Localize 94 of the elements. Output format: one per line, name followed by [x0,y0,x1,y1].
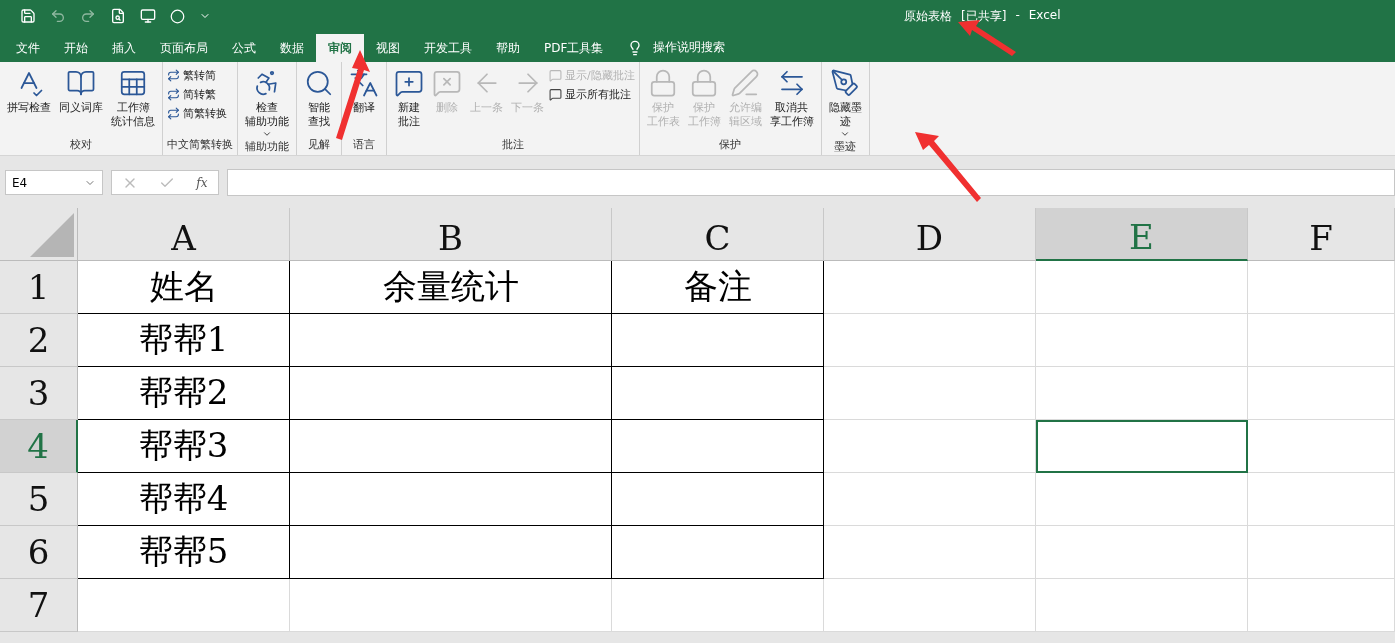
row-header[interactable]: 7 [0,579,78,632]
sheet-icon [118,68,148,98]
column-header[interactable]: B [290,208,612,261]
window-title: Excel [1028,7,1061,24]
ribbon-command[interactable]: 同义词库 [56,66,106,137]
ribbon-command[interactable]: 隐藏墨 迹 [825,66,865,139]
ribbon-tab[interactable]: 文件 [4,34,52,62]
table-cell[interactable] [612,367,824,420]
table-cell[interactable] [612,526,824,579]
annotation-arrow [915,132,982,203]
row-header[interactable]: 1 [0,261,78,314]
ribbon-command[interactable]: 新建 批注 [391,66,427,137]
book-icon [66,68,96,98]
comment-icon [549,88,562,101]
active-cell[interactable] [1036,420,1248,473]
tell-me-search[interactable]: 操作说明搜索 [653,39,726,56]
group-label: 保护 [718,137,743,153]
table-cell[interactable]: 余量统计 [290,261,612,314]
window-title: 原始表格 [904,7,952,25]
ribbon-command[interactable]: 检查 辅助功能 [242,66,292,139]
comment-plus-icon [394,68,424,98]
column-header[interactable]: C [612,208,824,261]
select-all-corner[interactable] [0,208,78,261]
redo-icon[interactable] [80,8,96,24]
insert-function-button[interactable]: fx [196,175,208,190]
ribbon-tab[interactable]: 公式 [220,34,268,62]
name-box-value: E4 [12,175,28,190]
ribbon-command[interactable]: 显示所有批注 [549,87,635,102]
row-header[interactable]: 3 [0,367,78,420]
save-icon[interactable] [20,8,36,24]
print-preview-icon[interactable] [110,8,126,24]
ribbon-tab[interactable]: 页面布局 [148,34,220,62]
table-cell[interactable] [612,420,824,473]
group-label: 批注 [500,137,525,153]
group-label: 中文简繁转换 [167,137,233,153]
group-label: 语言 [352,137,376,153]
column-header[interactable]: E [1036,208,1248,261]
group-label: 见解 [307,137,331,153]
table-cell[interactable]: 备注 [612,261,824,314]
ribbon-tab[interactable]: 开始 [52,34,100,62]
table-cell[interactable] [612,473,824,526]
group-label: 墨迹 [833,139,858,154]
pencil-icon [730,68,761,98]
window-title: - [1015,7,1020,24]
table-cell[interactable]: 帮帮1 [78,314,290,367]
pen-icon [830,68,861,98]
group-label: 辅助功能 [244,139,290,154]
undo-icon[interactable] [50,8,66,24]
table-cell[interactable]: 帮帮2 [78,367,290,420]
ribbon-tab[interactable]: 视图 [364,34,412,62]
triangle-icon [30,213,74,257]
ribbon-command[interactable]: 工作簿 统计信息 [108,66,158,137]
table-cell[interactable] [290,367,612,420]
ribbon-tab[interactable]: 插入 [100,34,148,62]
ribbon-command[interactable]: 简转繁 [167,87,227,102]
column-header[interactable]: A [78,208,290,261]
circle-icon[interactable] [170,8,185,24]
convert-icon [167,107,180,120]
ribbon-command[interactable]: 繁转简 [167,68,227,83]
group-label: 校对 [69,137,93,153]
table-cell[interactable] [290,473,612,526]
ribbon-tab[interactable]: 审阅 [316,34,364,62]
formula-input[interactable] [227,169,1395,196]
table-cell[interactable] [612,314,824,367]
ribbon-command[interactable]: 取消共 享工作簿 [766,66,817,137]
table-cell[interactable]: 姓名 [78,261,290,314]
convert-icon [167,69,180,82]
row-header[interactable]: 6 [0,526,78,579]
column-header[interactable]: D [824,208,1036,261]
table-cell[interactable]: 帮帮4 [78,473,290,526]
comment-delete-icon [432,68,462,98]
row-header[interactable]: 5 [0,473,78,526]
table-cell[interactable]: 帮帮3 [78,420,290,473]
ribbon-command[interactable]: 智能 查找 [301,66,337,137]
column-header[interactable]: F [1248,208,1395,261]
ribbon-tab[interactable]: PDF工具集 [532,34,616,62]
row-header[interactable]: 4 [0,420,78,473]
name-box[interactable]: E4 [5,170,103,195]
convert-icon [167,88,180,101]
annotation-arrow [958,20,1017,57]
row-header[interactable]: 2 [0,314,78,367]
table-cell[interactable] [290,526,612,579]
window-title: [已共享] [961,7,1007,25]
ribbon-command[interactable]: 拼写检查 [4,66,54,137]
ribbon-tab[interactable]: 开发工具 [412,34,484,62]
ribbon-tab[interactable]: 帮助 [484,34,532,62]
screen-icon[interactable] [140,8,156,24]
table-cell[interactable] [290,314,612,367]
table-cell[interactable]: 帮帮5 [78,526,290,579]
ribbon-tab[interactable]: 数据 [268,34,316,62]
search-icon [304,68,334,98]
ribbon-command[interactable]: 简繁转换 [167,106,227,121]
comment-icon [549,69,562,82]
table-cell[interactable] [290,420,612,473]
